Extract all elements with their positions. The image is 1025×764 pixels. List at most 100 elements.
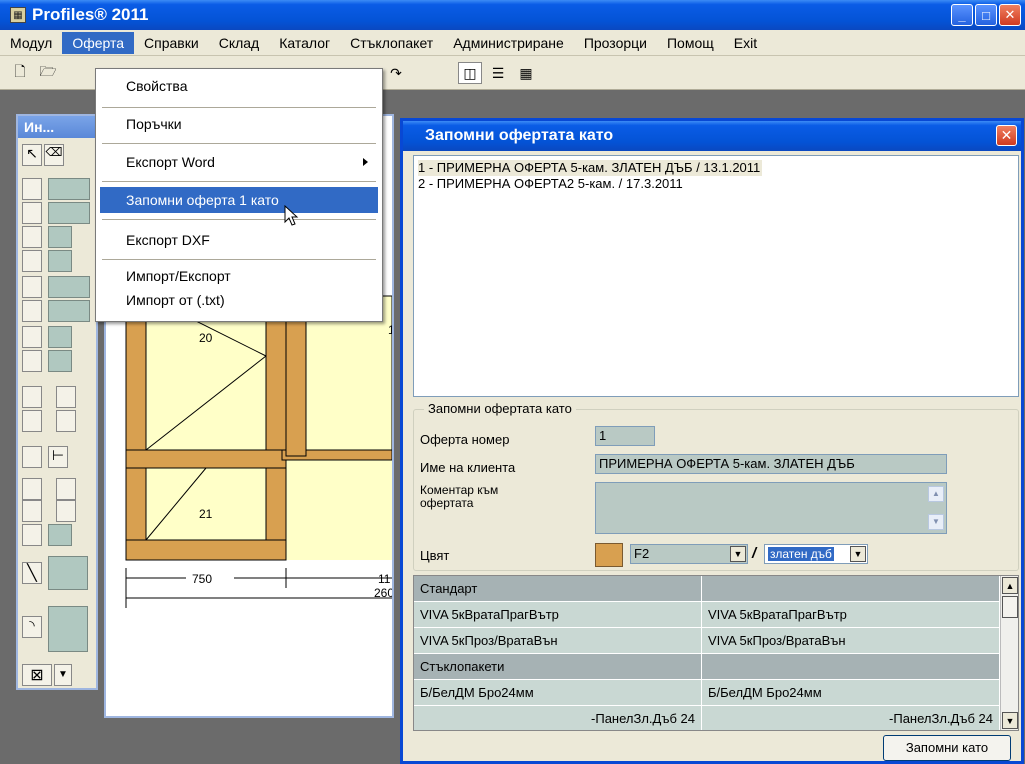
table-row[interactable]: VIVA 5кВратаПрагВътр VIVA 5кВратаПрагВът… (414, 602, 1000, 628)
menu-exit[interactable]: Exit (724, 32, 767, 54)
menu-catalog[interactable]: Каталог (269, 32, 340, 54)
tool-sash-d[interactable] (56, 410, 76, 432)
offer-list-item[interactable]: 1 - ПРИМЕРНА ОФЕРТА 5-кам. ЗЛАТЕН ДЪБ / … (418, 160, 1014, 176)
color-code-dropdown-icon[interactable]: ▼ (730, 546, 746, 562)
tool-vlines[interactable] (22, 350, 42, 372)
color-code-select[interactable]: F2 ▼ (630, 544, 748, 564)
tool-field[interactable] (48, 350, 72, 372)
scroll-up-icon[interactable]: ▲ (1002, 577, 1018, 594)
menu-separator (102, 107, 376, 108)
tool-field[interactable] (48, 524, 72, 546)
menu-warehouse[interactable]: Склад (209, 32, 270, 54)
dimension-750: 750 (192, 572, 212, 586)
grid-cell: Б/БелДМ Бро24мм (414, 680, 702, 705)
table-row[interactable]: VIVA 5кПроз/ВратаВън VIVA 5кПроз/ВратаВъ… (414, 628, 1000, 654)
color-code-value: F2 (634, 546, 650, 561)
offer-list-item-label: 1 - ПРИМЕРНА ОФЕРТА 5-кам. ЗЛАТЕН ДЪБ / … (418, 160, 763, 176)
tool-horizontal-bar[interactable] (22, 178, 42, 200)
save-as-button[interactable]: Запомни като (883, 735, 1011, 761)
tool-field[interactable] (48, 556, 88, 590)
tool-field[interactable] (48, 300, 90, 322)
tool-arc-icon[interactable]: ◝ (22, 616, 42, 638)
table-row[interactable]: Б/БелДМ Бро24мм Б/БелДМ Бро24мм (414, 680, 1000, 706)
view-drawing-icon[interactable]: ◫ (458, 62, 482, 84)
menu-module[interactable]: Модул (0, 32, 62, 54)
open-folder-icon[interactable]: 🗁 (36, 62, 60, 84)
tool-vline[interactable] (22, 300, 42, 322)
color-name-select[interactable]: златен дъб ▼ (764, 544, 868, 564)
offer-list[interactable]: 1 - ПРИМЕРНА ОФЕРТА 5-кам. ЗЛАТЕН ДЪБ / … (413, 155, 1019, 397)
menu-administration[interactable]: Администриране (443, 32, 574, 54)
grid-cell: VIVA 5кВратаПрагВътр (414, 602, 702, 627)
eraser-tool-icon[interactable]: ⌫ (44, 144, 64, 166)
menu-item-import-export[interactable]: Импорт/Експорт (100, 265, 378, 287)
grid-scrollbar[interactable]: ▲ ▼ (1000, 576, 1018, 730)
view-grid-icon[interactable]: ▦ (514, 62, 538, 84)
table-row[interactable]: Стандарт (414, 576, 1000, 602)
scroll-down-icon[interactable]: ▼ (1002, 712, 1018, 729)
menu-item-save-offer-as[interactable]: Запомни оферта 1 като (100, 187, 378, 213)
tool-field[interactable] (48, 202, 90, 224)
color-swatch[interactable] (595, 543, 623, 567)
profiles-grid[interactable]: Стандарт VIVA 5кВратаПрагВътр VIVA 5кВра… (413, 575, 1019, 731)
tool-vbars[interactable] (22, 250, 42, 272)
close-button[interactable]: ✕ (999, 4, 1021, 26)
menu-help[interactable]: Помощ (657, 32, 724, 54)
table-row[interactable]: Стъклопакети (414, 654, 1000, 680)
menu-item-export-word[interactable]: Експорт Word (100, 149, 378, 175)
tool-field[interactable] (48, 326, 72, 348)
menu-offer[interactable]: Оферта (62, 31, 135, 54)
tool-hlines[interactable] (22, 326, 42, 348)
tool-opening-d[interactable] (56, 500, 76, 522)
pointer-tool-icon[interactable]: ↖ (22, 144, 42, 166)
comment-scroll-down-icon[interactable]: ▼ (928, 514, 944, 530)
comment-scroll-up-icon[interactable]: ▲ (928, 486, 944, 502)
tool-frame-icon[interactable] (22, 446, 42, 468)
menu-glass-unit[interactable]: Стъклопакет (340, 32, 443, 54)
offer-number-label: Оферта номер (420, 432, 510, 447)
tool-opening-e[interactable] (22, 524, 42, 546)
maximize-button[interactable]: □ (975, 4, 997, 26)
tool-sash-c[interactable] (22, 410, 42, 432)
tool-opening-a[interactable] (22, 478, 42, 500)
scroll-thumb[interactable] (1002, 596, 1018, 618)
menu-item-import-txt[interactable]: Импорт от (.txt) (100, 289, 378, 311)
app-icon: ▦ (10, 7, 26, 23)
tool-field[interactable] (48, 276, 90, 298)
tool-handle-icon[interactable]: ⊢ (48, 446, 68, 468)
tool-field[interactable] (48, 250, 72, 272)
tool-field[interactable] (48, 226, 72, 248)
tool-hbars[interactable] (22, 226, 42, 248)
client-name-field[interactable]: ПРИМЕРНА ОФЕРТА 5-кам. ЗЛАТЕН ДЪБ (595, 454, 947, 474)
table-row[interactable]: -ПанелЗл.Дъб 24 -ПанелЗл.Дъб 24 (414, 706, 1000, 730)
tool-shape-icon[interactable]: ⊠ (22, 664, 52, 686)
tool-window-title: Ин... (18, 116, 96, 138)
tool-field[interactable] (48, 606, 88, 652)
offer-number-field[interactable]: 1 (595, 426, 655, 446)
tool-opening-b[interactable] (56, 478, 76, 500)
tool-hline[interactable] (22, 276, 42, 298)
dialog-close-icon[interactable]: ✕ (996, 125, 1017, 146)
menu-item-export-dxf[interactable]: Експорт DXF (100, 227, 378, 253)
minimize-button[interactable]: _ (951, 4, 973, 26)
menu-item-properties[interactable]: Свойства (100, 73, 378, 99)
offer-menu-dropdown: Свойства Поръчки Експорт Word Запомни оф… (95, 68, 383, 322)
color-name-dropdown-icon[interactable]: ▼ (850, 546, 866, 562)
tool-diagonal-icon[interactable]: ╲ (22, 562, 42, 584)
menubar: Модул Оферта Справки Склад Каталог Стъкл… (0, 30, 1025, 56)
tool-opening-c[interactable] (22, 500, 42, 522)
tool-field[interactable] (48, 178, 90, 200)
menu-reports[interactable]: Справки (134, 32, 209, 54)
comment-textarea[interactable]: ▲ ▼ (595, 482, 947, 534)
menu-item-orders[interactable]: Поръчки (100, 111, 378, 137)
view-list-icon[interactable]: ☰ (486, 62, 510, 84)
redo-icon[interactable]: ↷ (384, 62, 408, 84)
offer-list-item[interactable]: 2 - ПРИМЕРНА ОФЕРТА2 5-кам. / 17.3.2011 (418, 176, 1014, 192)
menu-windows[interactable]: Прозорци (574, 32, 657, 54)
menu-item-export-word-label: Експорт Word (126, 154, 215, 170)
tool-vertical-bar[interactable] (22, 202, 42, 224)
new-file-icon[interactable]: 🗋 (8, 62, 32, 84)
shape-dropdown-icon[interactable]: ▼ (54, 664, 72, 686)
tool-sash-a[interactable] (22, 386, 42, 408)
tool-sash-b[interactable] (56, 386, 76, 408)
